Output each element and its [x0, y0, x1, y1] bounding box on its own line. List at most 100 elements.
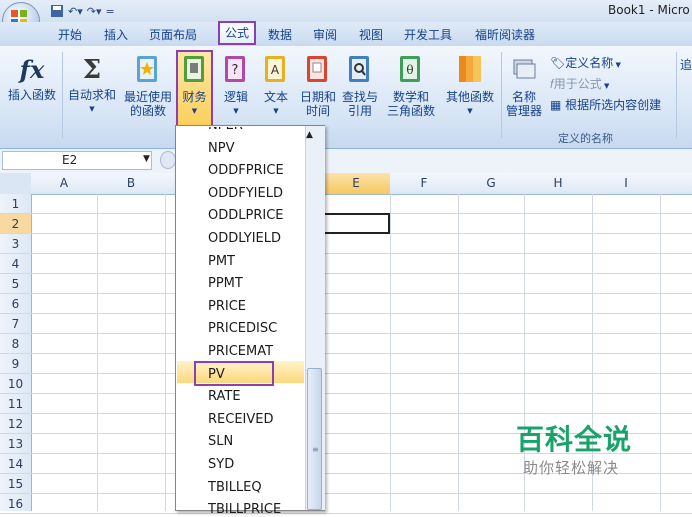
chevron-down-icon: ▼: [89, 105, 95, 113]
column-header-i[interactable]: I: [592, 176, 660, 190]
financial-label: 财务: [182, 90, 207, 104]
column-header-e[interactable]: E: [322, 176, 390, 190]
row-header[interactable]: 2: [0, 217, 31, 231]
book-text-icon: A: [265, 56, 285, 82]
function-item-tbillprice[interactable]: TBILLPRICE: [208, 502, 281, 517]
row-header[interactable]: 16: [0, 497, 31, 511]
save-icon[interactable]: [50, 4, 64, 18]
function-item-rate[interactable]: RATE: [208, 389, 241, 404]
column-header-f[interactable]: F: [390, 176, 458, 190]
use-in-formula-button[interactable]: 𝑓用于公式 ▼: [550, 75, 609, 92]
tag-icon: 🏷: [550, 56, 566, 70]
function-item-sln[interactable]: SLN: [208, 434, 233, 449]
function-item-oddfyield[interactable]: ODDFYIELD: [208, 186, 283, 201]
name-box-value: E2: [62, 153, 78, 167]
gridline: [0, 373, 692, 374]
formula-bar-button[interactable]: [160, 151, 176, 169]
book-calendar-icon: [307, 56, 327, 82]
row-header[interactable]: 5: [0, 277, 31, 291]
active-cell[interactable]: [322, 213, 390, 234]
gridline: [0, 493, 692, 494]
ribbon-separator: [501, 52, 502, 138]
math-trig-button[interactable]: θ 数学和 三角函数: [381, 54, 441, 118]
tab-page-layout[interactable]: 页面布局: [149, 26, 197, 43]
row-header[interactable]: 4: [0, 257, 31, 271]
function-item-tbilleq[interactable]: TBILLEQ: [208, 480, 262, 495]
tab-view[interactable]: 视图: [359, 26, 383, 43]
autosum-button[interactable]: Σ 自动求和 ▼: [63, 54, 121, 116]
chevron-down-icon: ▼: [613, 61, 621, 69]
function-item-syd[interactable]: SYD: [208, 457, 234, 472]
name-tags-icon: [513, 59, 536, 79]
fx-icon: fx: [19, 55, 45, 84]
create-from-selection-button[interactable]: ▦ 根据所选内容创建: [550, 96, 661, 113]
more-functions-button[interactable]: 其他函数 ▼: [442, 54, 498, 118]
tab-foxit-reader[interactable]: 福昕阅读器: [475, 26, 535, 43]
autosum-label: 自动求和: [67, 88, 116, 102]
tab-developer[interactable]: 开发工具: [404, 26, 452, 43]
scroll-up-arrow-icon[interactable]: ▲: [306, 130, 313, 140]
tab-home[interactable]: 开始: [58, 26, 82, 43]
logical-button[interactable]: ? 逻辑 ▼: [218, 54, 254, 118]
financial-button-content[interactable]: 财务 ▼: [176, 54, 213, 118]
watermark-title: 百科全说: [516, 423, 633, 456]
row-header[interactable]: 9: [0, 357, 31, 371]
logical-label: 逻辑: [223, 90, 248, 104]
redo-icon[interactable]: ↷▾: [87, 5, 102, 18]
function-item-pricemat[interactable]: PRICEMAT: [208, 344, 273, 359]
grid-icon: ▦: [550, 98, 566, 112]
date-time-button[interactable]: 日期和 时间: [297, 54, 339, 118]
row-header[interactable]: 15: [0, 477, 31, 491]
customize-icon[interactable]: =: [106, 5, 115, 18]
tab-data[interactable]: 数据: [268, 26, 292, 43]
row-header[interactable]: 3: [0, 237, 31, 251]
column-header-h[interactable]: H: [524, 176, 592, 190]
gridline: [0, 393, 692, 394]
formula-auditing-icon[interactable]: 追: [680, 56, 692, 73]
tab-review[interactable]: 审阅: [313, 26, 337, 43]
insert-function-button[interactable]: fx 插入函数: [4, 54, 60, 102]
chevron-down-icon[interactable]: ▼: [143, 154, 150, 164]
tab-formulas[interactable]: 公式: [218, 21, 256, 45]
row-header[interactable]: 6: [0, 297, 31, 311]
ribbon-separator: [676, 52, 677, 138]
function-item-pricedisc[interactable]: PRICEDISC: [208, 321, 277, 336]
function-item-oddlprice[interactable]: ODDLPRICE: [208, 208, 284, 223]
function-item-ppmt[interactable]: PPMT: [208, 276, 243, 291]
row-header[interactable]: 13: [0, 437, 31, 451]
function-item-npv[interactable]: NPV: [208, 141, 234, 156]
function-item-oddfprice[interactable]: ODDFPRICE: [208, 163, 284, 178]
text-button[interactable]: A 文本 ▼: [257, 54, 295, 118]
column-header-b[interactable]: B: [97, 176, 165, 190]
recent-functions-button[interactable]: 最近使用 的函数: [121, 54, 175, 118]
function-item-price[interactable]: PRICE: [208, 299, 246, 314]
row-header[interactable]: 1: [0, 197, 31, 211]
column-header-g[interactable]: G: [458, 176, 524, 190]
row-header[interactable]: 8: [0, 337, 31, 351]
function-item-received[interactable]: RECEIVED: [208, 412, 274, 427]
function-item-pmt[interactable]: PMT: [208, 254, 235, 269]
date-time-label-1: 日期和: [299, 90, 336, 104]
undo-icon[interactable]: ↶▾: [68, 5, 83, 18]
row-header[interactable]: 10: [0, 377, 31, 391]
function-item-oddlyield[interactable]: ODDLYIELD: [208, 231, 281, 246]
gridline: [0, 353, 692, 354]
tab-insert[interactable]: 插入: [104, 26, 128, 43]
gridline: [0, 273, 692, 274]
date-time-label-2: 时间: [305, 104, 330, 118]
scrollbar-thumb[interactable]: [307, 368, 322, 510]
row-header[interactable]: 11: [0, 397, 31, 411]
name-manager-label-1: 名称: [511, 90, 536, 104]
lookup-reference-button[interactable]: 查找与 引用: [339, 54, 381, 118]
gridline: [0, 253, 692, 254]
chevron-down-icon: ▼: [233, 107, 239, 115]
select-all-corner[interactable]: [0, 173, 31, 194]
row-header[interactable]: 14: [0, 457, 31, 471]
name-manager-button[interactable]: 名称 管理器: [503, 54, 545, 118]
row-header[interactable]: 7: [0, 317, 31, 331]
column-header-a[interactable]: A: [31, 176, 97, 190]
row-header[interactable]: 12: [0, 417, 31, 431]
scrollbar-grip-icon: ≡: [312, 445, 319, 454]
gridline: [0, 513, 692, 514]
define-name-button[interactable]: 🏷定义名称 ▼: [550, 54, 621, 71]
